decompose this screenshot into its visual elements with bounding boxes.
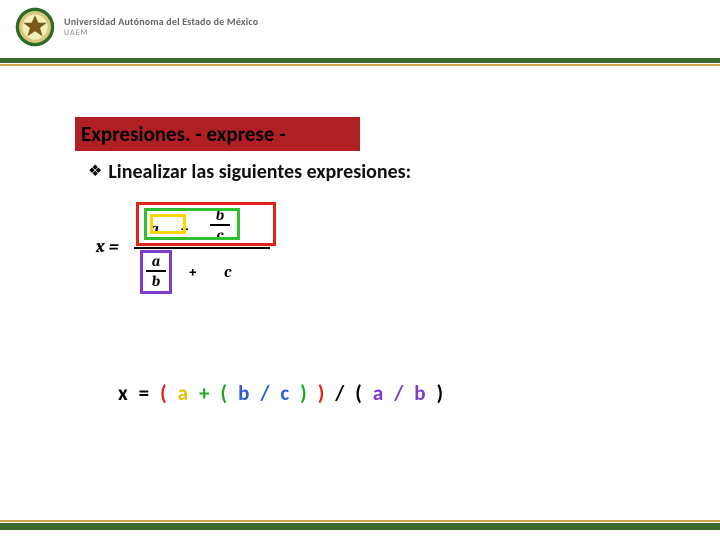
section-title: Expresiones. - exprese - xyxy=(81,121,286,147)
footer-divider xyxy=(0,520,720,534)
formula-block: x = a + b c a b + c xyxy=(96,202,291,297)
header-divider xyxy=(0,58,720,68)
denominator-plus: + xyxy=(188,263,197,281)
denominator-c: c xyxy=(224,263,231,281)
slide-header: Universidad Autónoma del Estado de Méxic… xyxy=(0,0,720,58)
fraction-bar-main xyxy=(134,247,270,249)
formula-lhs: x = xyxy=(96,236,119,257)
linear-token: / xyxy=(335,380,345,406)
diamond-bullet-icon: ❖ xyxy=(88,164,102,180)
linear-token: ) xyxy=(318,380,326,406)
bullet-line: ❖ Linealizar las siguientes expresiones: xyxy=(88,160,411,184)
linear-token: a xyxy=(373,380,384,406)
linear-token: a xyxy=(178,380,189,406)
linear-token: b xyxy=(414,380,426,406)
linear-token: ) xyxy=(300,380,308,406)
linear-token: / xyxy=(260,380,270,406)
linear-token: ( xyxy=(221,380,229,406)
section-title-badge: Expresiones. - exprese - xyxy=(75,117,360,151)
linear-token: = xyxy=(139,380,150,406)
linear-token: ( xyxy=(160,380,168,406)
university-acronym: UAEM xyxy=(64,29,258,37)
university-logo: Universidad Autónoma del Estado de Méxic… xyxy=(14,6,258,48)
linear-token: x xyxy=(118,380,129,406)
highlight-box-purple xyxy=(140,250,172,294)
university-name-block: Universidad Autónoma del Estado de Méxic… xyxy=(64,17,258,37)
linearized-expression: x = ( a + ( b / c)) / ( a / b) xyxy=(113,380,449,406)
linear-token: ) xyxy=(437,380,445,406)
linear-token: b xyxy=(238,380,250,406)
linear-token: c xyxy=(280,380,290,406)
seal-icon xyxy=(14,6,56,48)
highlight-box-yellow xyxy=(150,214,186,234)
bullet-text: Linealizar las siguientes expresiones: xyxy=(108,160,411,184)
linear-token: / xyxy=(394,380,404,406)
linear-token: + xyxy=(199,380,210,406)
linear-token: ( xyxy=(355,380,363,406)
slide: Universidad Autónoma del Estado de Méxic… xyxy=(0,0,720,540)
university-name: Universidad Autónoma del Estado de Méxic… xyxy=(64,17,258,27)
